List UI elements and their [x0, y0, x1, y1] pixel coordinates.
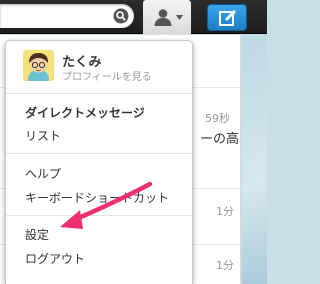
- background-pattern: [242, 35, 267, 284]
- person-icon: [154, 9, 172, 26]
- tweet-time: 59秒: [205, 112, 230, 125]
- tweet-text: ーの高: [200, 132, 240, 147]
- search-input[interactable]: [0, 4, 134, 28]
- tweet-time: 1分: [216, 205, 234, 218]
- avatar: [23, 50, 54, 81]
- divider: [6, 93, 192, 94]
- tweet-time: 1分: [216, 259, 234, 272]
- top-bar: [0, 0, 267, 35]
- user-dropdown-menu: たくみ プロフィールを見る ダイレクトメッセージ リスト ヘルプ キーボードショ…: [5, 40, 193, 284]
- chevron-down-icon: [176, 15, 183, 20]
- menu-item-settings[interactable]: 設定: [25, 226, 49, 243]
- user-menu-button[interactable]: [143, 0, 191, 35]
- divider: [6, 153, 192, 154]
- view-profile-label: プロフィールを見る: [62, 72, 152, 83]
- profile-link[interactable]: たくみ プロフィールを見る: [6, 41, 192, 89]
- menu-item-logout[interactable]: ログアウト: [25, 250, 85, 267]
- menu-item-direct-messages[interactable]: ダイレクトメッセージ: [25, 104, 145, 121]
- compose-button[interactable]: [207, 4, 247, 31]
- search-icon[interactable]: [113, 8, 129, 24]
- menu-item-lists[interactable]: リスト: [25, 127, 61, 144]
- annotation-arrow: [60, 181, 153, 229]
- compose-icon: [219, 9, 237, 26]
